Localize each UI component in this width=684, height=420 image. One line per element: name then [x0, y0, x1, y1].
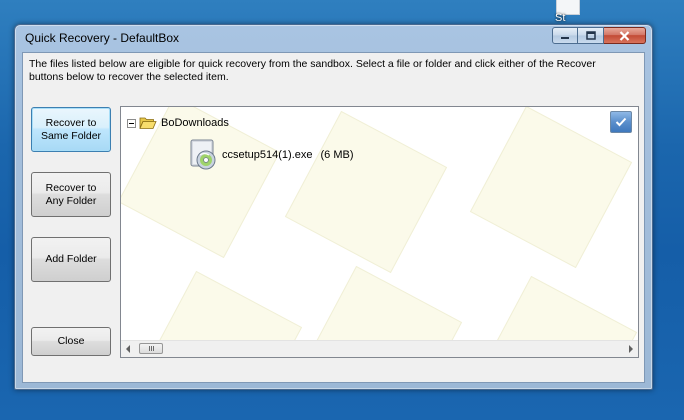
tree-file-row[interactable]: ccsetup514(1).exe (6 MB) — [189, 139, 354, 171]
watermark-tile — [469, 107, 633, 269]
folder-name: BoDownloads — [161, 117, 229, 129]
close-window-button[interactable] — [604, 27, 646, 44]
recover-any-folder-button[interactable]: Recover to Any Folder — [31, 172, 111, 217]
desktop-icon-label[interactable]: St — [555, 12, 565, 24]
file-size: (6 MB) — [320, 149, 354, 161]
recover-same-folder-button[interactable]: Recover to Same Folder — [31, 107, 111, 152]
maximize-button[interactable] — [578, 27, 604, 44]
scroll-right-arrow-icon[interactable] — [629, 345, 633, 353]
caption-buttons — [552, 27, 646, 44]
minimize-button[interactable] — [552, 27, 578, 44]
minimize-icon — [561, 36, 569, 39]
add-folder-button[interactable]: Add Folder — [31, 237, 111, 282]
file-name: ccsetup514(1).exe — [222, 149, 313, 161]
installer-cd-icon — [190, 139, 216, 170]
instructions-text: The files listed below are eligible for … — [29, 58, 596, 83]
close-icon — [619, 30, 630, 41]
scroll-left-arrow-icon[interactable] — [126, 345, 130, 353]
window-title: Quick Recovery - DefaultBox — [25, 31, 180, 45]
tree-folder-row[interactable]: BoDownloads — [127, 116, 229, 130]
collapse-toggle[interactable] — [127, 118, 136, 128]
quick-recovery-window: Quick Recovery - DefaultBox The files li… — [14, 24, 653, 390]
checkmark-icon — [615, 117, 627, 127]
horizontal-scrollbar[interactable] — [121, 340, 638, 357]
recovery-file-tree[interactable]: BoDownloads ccsetup514(1).exe (6 MB) — [120, 106, 639, 358]
folder-open-icon — [139, 117, 157, 129]
watermark-tile — [284, 110, 448, 274]
close-button[interactable]: Close — [31, 327, 111, 356]
maximize-icon — [585, 31, 596, 40]
title-bar[interactable]: Quick Recovery - DefaultBox — [15, 25, 652, 52]
dialog-client-area: The files listed below are eligible for … — [22, 52, 645, 383]
scrollbar-thumb[interactable] — [139, 343, 163, 354]
select-toggle-button[interactable] — [610, 111, 632, 133]
